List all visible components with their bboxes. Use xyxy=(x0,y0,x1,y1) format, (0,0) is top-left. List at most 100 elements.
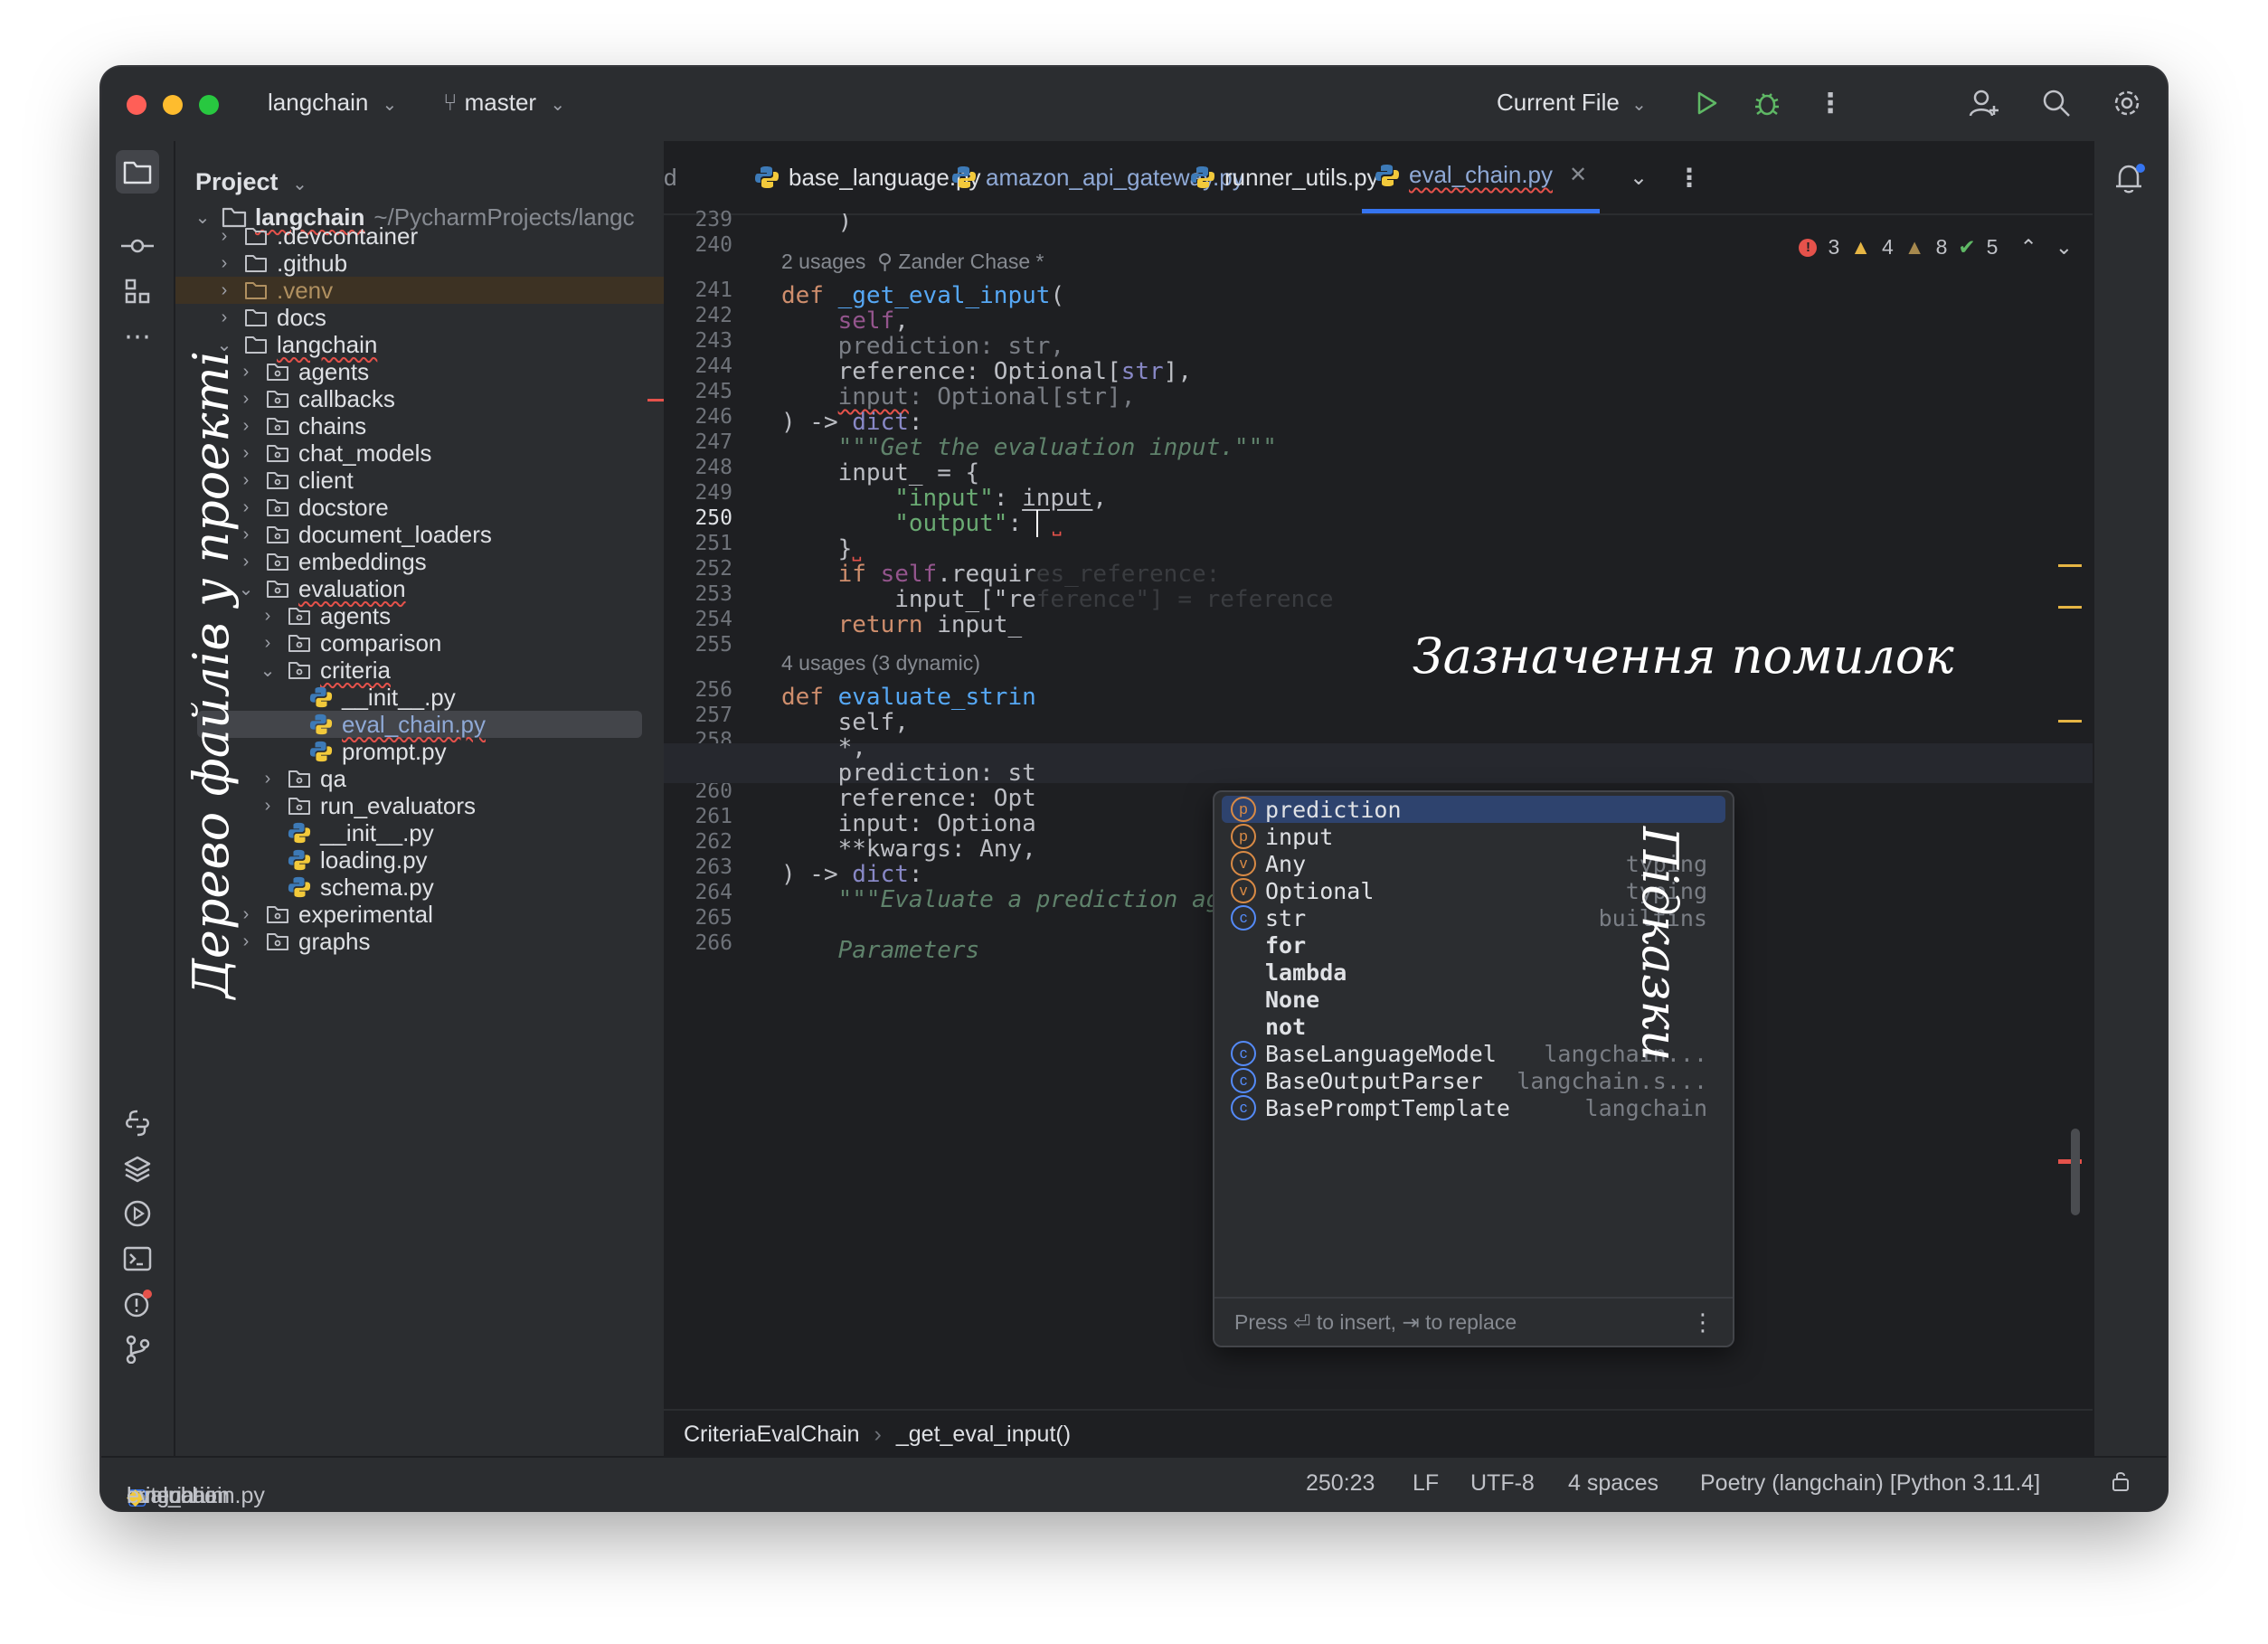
terminal-tool-button[interactable] xyxy=(116,1237,159,1280)
vertical-scrollbar[interactable] xyxy=(2071,1129,2080,1215)
tree-item[interactable]: › .devcontainer xyxy=(175,222,664,250)
code-with-me-button[interactable] xyxy=(1966,85,2002,121)
tree-item-label: docs xyxy=(277,303,326,331)
tree-item[interactable]: › agents xyxy=(175,358,664,385)
structure-tool-button[interactable] xyxy=(116,269,159,313)
tree-item[interactable]: ⌄ evaluation xyxy=(175,575,664,602)
tree-item[interactable]: › chains xyxy=(175,412,664,439)
close-tab-icon[interactable]: ✕ xyxy=(1569,162,1587,188)
python-packages-button[interactable] xyxy=(116,1101,159,1145)
more-tools-icon[interactable]: ⋯ xyxy=(116,315,159,358)
tree-item[interactable]: › agents xyxy=(175,602,664,629)
chevron-right-icon[interactable]: › xyxy=(215,226,233,247)
tree-item[interactable]: › .venv xyxy=(175,277,664,304)
completion-menu-icon[interactable]: ⋮ xyxy=(1691,1309,1715,1337)
git-tool-button[interactable] xyxy=(116,1327,159,1371)
chevron-right-icon[interactable]: › xyxy=(215,280,233,301)
lock-icon[interactable] xyxy=(2111,1470,2132,1498)
tabs-dropdown-icon[interactable]: ⌄ xyxy=(1630,141,1648,213)
tree-item[interactable]: › docstore xyxy=(175,494,664,521)
tree-item[interactable]: › graphs xyxy=(175,928,664,955)
tab-overflow[interactable]: d xyxy=(664,141,676,213)
completion-item[interactable]: c BaseOutputParser langchain.s... xyxy=(1222,1067,1725,1094)
caret-position[interactable]: 250:23 xyxy=(1306,1470,1375,1497)
tree-item[interactable]: › run_evaluators xyxy=(175,792,664,819)
line-number: 264 xyxy=(695,881,732,904)
problems-tool-button[interactable] xyxy=(116,1282,159,1326)
project-panel-header[interactable]: Project ⌄ xyxy=(195,168,307,196)
chevron-down-icon[interactable]: ⌄ xyxy=(237,578,255,600)
indent-setting[interactable]: 4 spaces xyxy=(1568,1470,1658,1497)
completion-item[interactable]: c BasePromptTemplate langchain xyxy=(1222,1094,1725,1121)
chevron-right-icon[interactable]: › xyxy=(237,362,255,383)
tree-item[interactable]: › qa xyxy=(175,765,664,792)
chevron-right-icon[interactable]: › xyxy=(259,796,277,817)
chevron-right-icon[interactable]: › xyxy=(215,253,233,274)
tree-item[interactable]: __init__.py xyxy=(175,819,664,846)
more-actions-icon[interactable]: ⋮ xyxy=(1812,85,1848,121)
tree-item[interactable]: › chat_models xyxy=(175,439,664,467)
tab-runner-utils[interactable]: runner_utils.py xyxy=(1190,141,1379,213)
usages-hint[interactable]: 4 usages (3 dynamic) xyxy=(781,651,980,676)
chevron-down-icon[interactable]: ⌄ xyxy=(259,659,277,682)
path-segment[interactable]: eval_chain.py xyxy=(127,1483,265,1509)
tree-item[interactable]: ⌄ criteria xyxy=(175,657,664,684)
tree-item[interactable]: eval_chain.py xyxy=(197,711,642,738)
tree-item[interactable]: › docs xyxy=(175,304,664,331)
warning-stripe xyxy=(2058,606,2082,609)
zoom-window-button[interactable] xyxy=(199,95,219,115)
chevron-right-icon[interactable]: › xyxy=(237,416,255,437)
settings-button[interactable] xyxy=(2109,85,2145,121)
chevron-right-icon[interactable]: › xyxy=(259,606,277,627)
package-folder-icon xyxy=(264,521,291,548)
project-selector[interactable]: langchain ⌄ xyxy=(268,89,397,117)
tree-item[interactable]: › .github xyxy=(175,250,664,277)
debug-button[interactable] xyxy=(1749,85,1785,121)
chevron-right-icon[interactable]: › xyxy=(259,633,277,654)
tree-item[interactable]: prompt.py xyxy=(175,738,664,765)
minimize-window-button[interactable] xyxy=(163,95,183,115)
tab-eval-chain[interactable]: eval_chain.py ✕ xyxy=(1362,141,1601,213)
tree-item[interactable]: › experimental xyxy=(175,901,664,928)
run-config-selector[interactable]: Current File ⌄ xyxy=(1497,89,1647,117)
run-button[interactable] xyxy=(1687,85,1724,121)
tree-item[interactable]: schema.py xyxy=(175,874,664,901)
chevron-right-icon[interactable]: › xyxy=(237,389,255,410)
chevron-right-icon[interactable]: › xyxy=(237,904,255,925)
chevron-right-icon[interactable]: › xyxy=(259,769,277,789)
layers-tool-button[interactable] xyxy=(116,1147,159,1190)
tab-actions-icon[interactable]: ⋮ xyxy=(1677,141,1702,213)
services-tool-button[interactable] xyxy=(116,1192,159,1235)
breadcrumb-method[interactable]: _get_eval_input() xyxy=(896,1422,1071,1448)
chevron-right-icon[interactable]: › xyxy=(215,307,233,328)
notifications-button[interactable] xyxy=(2112,161,2149,202)
tree-item[interactable]: › comparison xyxy=(175,629,664,657)
commit-tool-button[interactable] xyxy=(116,224,159,268)
tree-item[interactable]: › document_loaders xyxy=(175,521,664,548)
completion-item[interactable]: p prediction xyxy=(1222,796,1725,823)
chevron-right-icon[interactable]: › xyxy=(237,497,255,518)
search-button[interactable] xyxy=(2038,85,2074,121)
chevron-right-icon[interactable]: › xyxy=(237,931,255,952)
tree-item[interactable]: __init__.py xyxy=(175,684,664,711)
close-window-button[interactable] xyxy=(127,95,146,115)
tree-item[interactable]: › embeddings xyxy=(175,548,664,575)
warning-stripe xyxy=(2058,564,2082,567)
chevron-right-icon[interactable]: › xyxy=(237,552,255,572)
branch-selector[interactable]: ⑂ master ⌄ xyxy=(443,89,565,117)
file-encoding[interactable]: UTF-8 xyxy=(1470,1470,1535,1497)
line-separator[interactable]: LF xyxy=(1413,1470,1439,1497)
project-tool-button[interactable] xyxy=(116,150,159,194)
package-folder-icon xyxy=(286,792,313,819)
breadcrumb-class[interactable]: CriteriaEvalChain xyxy=(684,1422,860,1448)
chevron-right-icon[interactable]: › xyxy=(237,524,255,545)
tab-base-language[interactable]: base_language.py xyxy=(754,141,981,213)
python-interpreter[interactable]: Poetry (langchain) [Python 3.11.4] xyxy=(1700,1470,2040,1497)
chevron-right-icon[interactable]: › xyxy=(237,470,255,491)
tree-item[interactable]: loading.py xyxy=(175,846,664,874)
usages-hint[interactable]: 2 usages ⚲ Zander Chase * xyxy=(781,250,1044,274)
tree-item[interactable]: › callbacks xyxy=(175,385,664,412)
chevron-right-icon[interactable]: › xyxy=(237,443,255,464)
tree-item[interactable]: › client xyxy=(175,467,664,494)
tree-item[interactable]: ⌄ langchain xyxy=(175,331,664,358)
